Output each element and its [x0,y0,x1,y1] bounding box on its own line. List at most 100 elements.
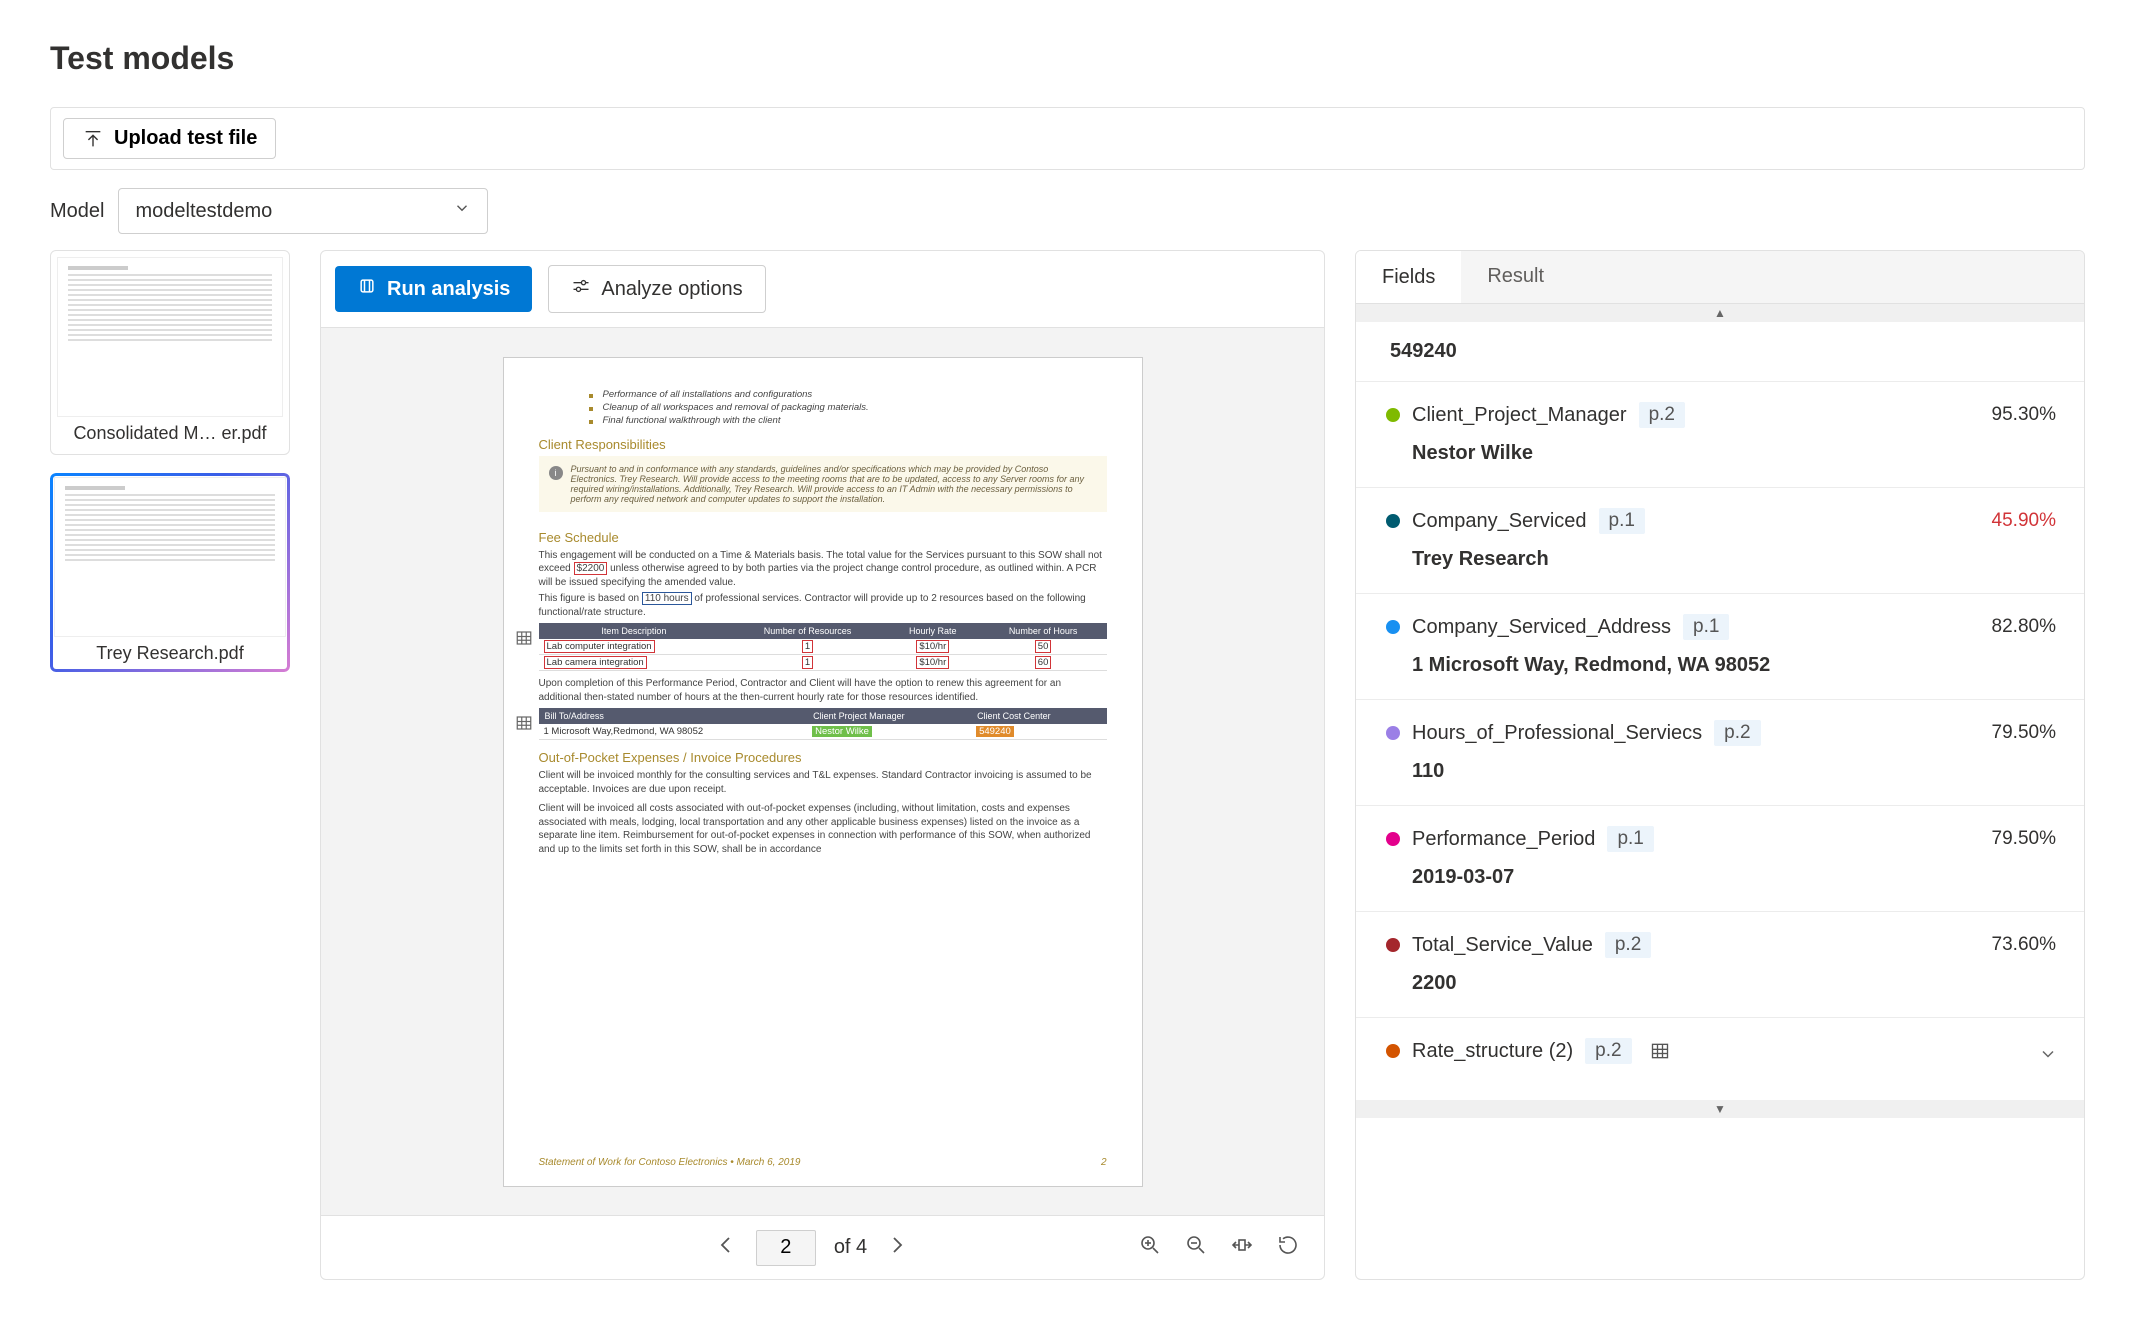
field-name: Company_Serviced [1412,510,1587,533]
field-name: Rate_structure (2) [1412,1040,1573,1063]
thumbnail-item[interactable]: Consolidated M… er.pdf [50,250,290,455]
field-color-dot [1386,726,1400,740]
doc-paragraph: This figure is based on 110 hours of pro… [539,592,1107,619]
field-page-badge: p.2 [1585,1038,1631,1064]
field-confidence: 45.90% [1992,510,2056,532]
model-value: modeltestdemo [135,200,272,223]
doc-paragraph: This engagement will be conducted on a T… [539,549,1107,590]
viewer-canvas[interactable]: Performance of all installations and con… [321,328,1324,1215]
tab-fields[interactable]: Fields [1356,250,1461,303]
field-item[interactable]: Company_Serviced p.1 45.90% Trey Research [1356,487,2084,593]
doc-paragraph: Upon completion of this Performance Peri… [539,677,1107,704]
field-page-badge: p.1 [1683,614,1729,640]
field-color-dot [1386,514,1400,528]
tab-result[interactable]: Result [1461,251,1570,303]
doc-footer-left: Statement of Work for Contoso Electronic… [539,1157,801,1168]
doc-note: i Pursuant to and in conformance with an… [539,456,1107,512]
field-first-value: 549240 [1356,322,2084,381]
field-item[interactable]: Client_Project_Manager p.2 95.30% Nestor Wi… [1356,381,2084,487]
rotate-icon[interactable] [1276,1233,1300,1262]
field-confidence: 73.60% [1992,934,2056,956]
tabs: Fields Result [1356,251,2084,304]
prev-page-button[interactable] [714,1233,738,1263]
chevron-down-icon [453,199,471,223]
field-item[interactable]: Hours_of_Professional_Serviecs p.2 79.50% 1… [1356,699,2084,805]
highlight-hours: 110 hours [642,592,692,605]
thumbnail-preview [54,477,286,637]
page-input[interactable] [756,1230,816,1266]
field-page-badge: p.2 [1639,402,1685,428]
analyze-options-label: Analyze options [601,278,742,301]
field-name: Company_Serviced_Address [1412,616,1671,639]
next-page-button[interactable] [885,1233,909,1263]
doc-paragraph: Client will be invoiced all costs associ… [539,802,1107,856]
doc-paragraph: Client will be invoiced monthly for the … [539,769,1107,796]
top-bar: Upload test file [50,107,2085,170]
field-confidence: 95.30% [1992,404,2056,426]
run-analysis-label: Run analysis [387,278,510,301]
field-value: 110 [1412,760,2054,783]
scroll-up-icon[interactable]: ▲ [1356,304,2084,322]
field-item[interactable]: Rate_structure (2) p.2 [1356,1017,2084,1100]
sliders-icon [571,276,591,302]
thumbnail-preview [57,257,283,417]
field-value: Trey Research [1412,548,2054,571]
doc-heading: Client Responsibilities [539,437,1107,452]
highlight-pm: Nestor Wilke [812,726,872,737]
zoom-in-icon[interactable] [1138,1233,1162,1262]
thumbnail-name: Consolidated M… er.pdf [57,423,283,444]
field-value: 1 Microsoft Way, Redmond, WA 98052 [1412,654,2054,677]
field-page-badge: p.2 [1605,932,1651,958]
field-page-badge: p.1 [1599,508,1645,534]
bill-table: Bill To/Address Client Project Manager C… [539,708,1107,740]
field-confidence: 82.80% [1992,616,2056,638]
scroll-down-icon[interactable]: ▼ [1356,1100,2084,1118]
doc-bullet: Final functional walkthrough with the cl… [589,414,1107,427]
highlight-total: $2200 [574,562,608,575]
thumbnail-list: Consolidated M… er.pdf Trey Research.pdf [50,250,290,1280]
field-confidence: 79.50% [1992,828,2056,850]
results-panel: Fields Result ▲ 549240 Client_Project_Ma… [1355,250,2085,1280]
model-select[interactable]: modeltestdemo [118,188,488,234]
field-name: Client_Project_Manager [1412,404,1627,427]
thumbnail-name: Trey Research.pdf [54,643,286,664]
upload-test-file-button[interactable]: Upload test file [63,118,276,159]
field-item[interactable]: Total_Service_Valuep.273.60%2200 [1356,911,2084,1017]
field-value: Nestor Wilke [1412,442,2054,465]
field-name: Hours_of_Professional_Serviecs [1412,722,1702,745]
field-color-dot [1386,832,1400,846]
field-page-badge: p.2 [1714,720,1760,746]
info-icon: i [549,466,563,480]
field-name: Performance_Period [1412,828,1595,851]
fit-width-icon[interactable] [1230,1233,1254,1262]
rate-table: Item Description Number of Resources Hou… [539,623,1107,671]
field-page-badge: p.1 [1607,826,1653,852]
upload-icon [82,128,104,150]
run-analysis-button[interactable]: Run analysis [335,266,532,312]
page-of-label: of 4 [834,1236,867,1259]
table-icon [1650,1041,1670,1061]
doc-heading: Out-of-Pocket Expenses / Invoice Procedu… [539,750,1107,765]
document-viewer: Run analysis Analyze options Performance… [320,250,1325,1280]
upload-label: Upload test file [114,127,257,150]
document-page: Performance of all installations and con… [503,357,1143,1187]
field-color-dot [1386,620,1400,634]
model-label: Model [50,200,104,223]
zoom-out-icon[interactable] [1184,1233,1208,1262]
highlight-cost: 549240 [976,726,1014,737]
chevron-down-icon[interactable] [2038,1044,2058,1069]
page-title: Test models [50,40,2085,77]
analysis-icon [357,276,377,302]
field-item[interactable]: Company_Serviced_Address p.1 82.80% 1 Micro… [1356,593,2084,699]
table-icon [515,714,533,732]
thumbnail-item[interactable]: Trey Research.pdf [50,473,290,672]
doc-note-text: Pursuant to and in conformance with any … [571,464,1097,504]
fields-body[interactable]: ▲ 549240 Client_Project_Manager p.2 95.30%… [1356,304,2084,1279]
field-confidence: 79.50% [1992,722,2056,744]
field-color-dot [1386,938,1400,952]
field-color-dot [1386,1044,1400,1058]
analyze-options-button[interactable]: Analyze options [548,265,765,313]
table-icon [515,629,533,647]
doc-heading: Fee Schedule [539,530,1107,545]
field-item[interactable]: Performance_Periodp.179.50%2019-03-07 [1356,805,2084,911]
